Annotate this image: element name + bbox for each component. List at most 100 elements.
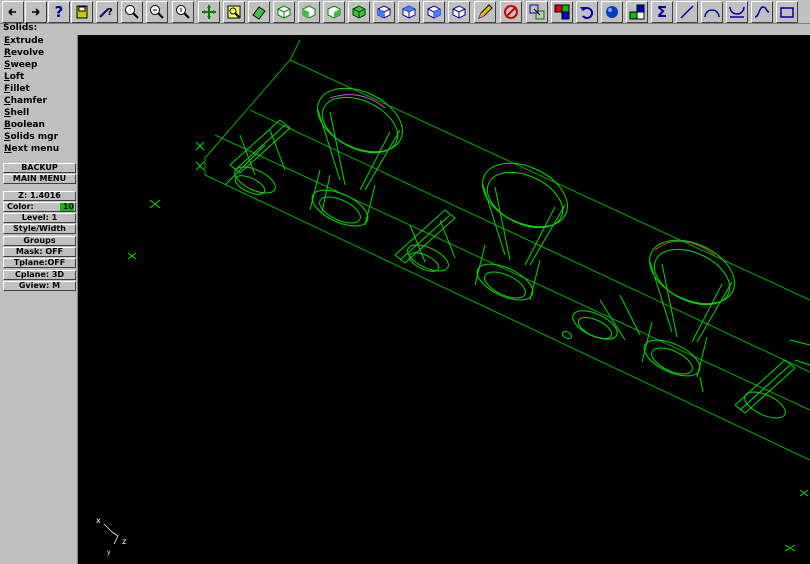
shade-sphere-icon <box>606 6 618 18</box>
mask-button[interactable]: Mask: OFF <box>3 247 76 257</box>
pencil-icon <box>478 4 493 19</box>
forward-arrow-icon <box>32 8 40 16</box>
bolt-feature-4 <box>699 339 810 419</box>
iso-view-icon <box>352 5 366 19</box>
color-boxes-button[interactable] <box>551 1 573 23</box>
arc-button[interactable] <box>701 1 723 23</box>
x-axis-label: x <box>96 516 101 525</box>
z-depth-button[interactable]: Z: 1.4016 <box>3 191 76 201</box>
save-icon <box>76 5 88 19</box>
line-button[interactable] <box>676 1 698 23</box>
undo-button[interactable] <box>576 1 598 23</box>
axis-indicator: x z y <box>96 516 126 556</box>
front-view-button[interactable] <box>298 1 320 23</box>
bolt-feature-3 <box>561 294 641 341</box>
menu-item-extrude[interactable]: Extrude <box>4 36 44 47</box>
analyze-icon: ? <box>99 7 113 18</box>
zoom-previous-button[interactable] <box>172 1 194 23</box>
cube-view-1-button[interactable] <box>373 1 395 23</box>
gview-button[interactable]: Gview: M <box>3 281 76 291</box>
rectangle-icon <box>780 7 794 18</box>
cube-view-4-icon <box>452 5 466 19</box>
sigma-icon: Σ <box>656 3 668 21</box>
pan-button[interactable] <box>198 1 220 23</box>
back-arrow-icon <box>8 8 16 16</box>
cup-feature-2 <box>474 162 568 301</box>
side-view-icon <box>327 5 341 19</box>
groups-button[interactable]: Groups <box>3 236 76 246</box>
zoom-window-button[interactable] <box>121 1 143 23</box>
menu-item-solids-mgr[interactable]: Solids mgr <box>4 132 58 143</box>
pan-icon <box>202 5 216 19</box>
help-icon: ? <box>54 3 64 21</box>
menu-item-loft[interactable]: Loft <box>4 72 24 83</box>
unzoom-icon <box>150 5 164 19</box>
line-icon <box>680 5 694 19</box>
solids-menu: Extrude Revolve Sweep Loft Fillet Chamfe… <box>0 35 78 564</box>
menu-item-fillet[interactable]: Fillet <box>4 84 30 95</box>
arc-icon <box>704 9 720 18</box>
help-button[interactable]: ? <box>48 1 70 23</box>
spline-icon <box>754 6 770 18</box>
shade-button[interactable] <box>601 1 623 23</box>
color-button[interactable]: Color: 10 <box>3 202 76 212</box>
backup-button[interactable]: BACKUP <box>3 163 76 173</box>
view-rotate-icon <box>252 6 266 20</box>
color-label: Color: <box>7 202 34 211</box>
delete-icon <box>504 5 518 19</box>
forward-button[interactable] <box>25 1 47 23</box>
tplane-button[interactable]: Tplane:OFF <box>3 258 76 268</box>
save-button[interactable] <box>71 1 93 23</box>
cup-feature-1 <box>309 87 403 227</box>
levels-button[interactable] <box>626 1 648 23</box>
graphics-viewport[interactable]: x z y <box>79 35 810 564</box>
rectangle-button[interactable] <box>776 1 798 23</box>
delete-button[interactable] <box>500 1 522 23</box>
cube-view-4-button[interactable] <box>448 1 470 23</box>
style-width-button[interactable]: Style/Width <box>3 224 76 234</box>
color-swatch: 10 <box>60 203 74 211</box>
back-button[interactable] <box>2 1 24 23</box>
z-value: 1.4016 <box>29 191 61 200</box>
side-view-button[interactable] <box>323 1 345 23</box>
cube-view-1-icon <box>377 5 391 19</box>
menu-item-chamfer[interactable]: Chamfer <box>4 96 47 107</box>
trim-icon <box>729 6 745 18</box>
top-view-icon <box>277 5 291 19</box>
cube-view-2-icon <box>402 5 416 19</box>
z-axis-label: z <box>122 537 126 546</box>
menu-item-shell[interactable]: Shell <box>4 108 29 119</box>
point-markers <box>127 141 809 552</box>
analyze-button[interactable]: ? <box>96 1 118 23</box>
transform-button[interactable] <box>526 1 548 23</box>
toolbar: ? ? Σ <box>0 0 810 24</box>
iso-view-button[interactable] <box>348 1 370 23</box>
fit-screen-button[interactable] <box>223 1 245 23</box>
cup-feature-3 <box>641 239 735 378</box>
trim-button[interactable] <box>726 1 748 23</box>
level-button[interactable]: Level: 1 <box>3 213 76 223</box>
zoom-previous-icon <box>176 5 190 19</box>
menu-item-boolean[interactable]: Boolean <box>4 120 45 131</box>
sigma-button[interactable]: Σ <box>651 1 673 23</box>
z-label: Z: <box>18 191 28 200</box>
cube-view-3-button[interactable] <box>423 1 445 23</box>
spline-button[interactable] <box>751 1 773 23</box>
color-boxes-icon <box>554 4 570 20</box>
menu-item-revolve[interactable]: Revolve <box>4 48 44 59</box>
view-rotate-button[interactable] <box>248 1 270 23</box>
prompt-text: Solids: <box>3 23 38 33</box>
wireframe-drawing: x z y <box>96 39 810 556</box>
cplane-button[interactable]: Cplane: 3D <box>3 270 76 280</box>
cube-view-2-button[interactable] <box>398 1 420 23</box>
unzoom-button[interactable] <box>146 1 168 23</box>
pencil-button[interactable] <box>474 1 496 23</box>
fit-screen-icon <box>227 5 241 19</box>
svg-text:?: ? <box>107 7 113 18</box>
top-view-button[interactable] <box>273 1 295 23</box>
menu-item-next-menu[interactable]: Next menu <box>4 144 59 155</box>
main-menu-button[interactable]: MAIN MENU <box>3 174 76 184</box>
bolt-feature-2 <box>394 209 456 272</box>
menu-item-sweep[interactable]: Sweep <box>4 60 37 71</box>
undo-icon <box>580 7 593 19</box>
